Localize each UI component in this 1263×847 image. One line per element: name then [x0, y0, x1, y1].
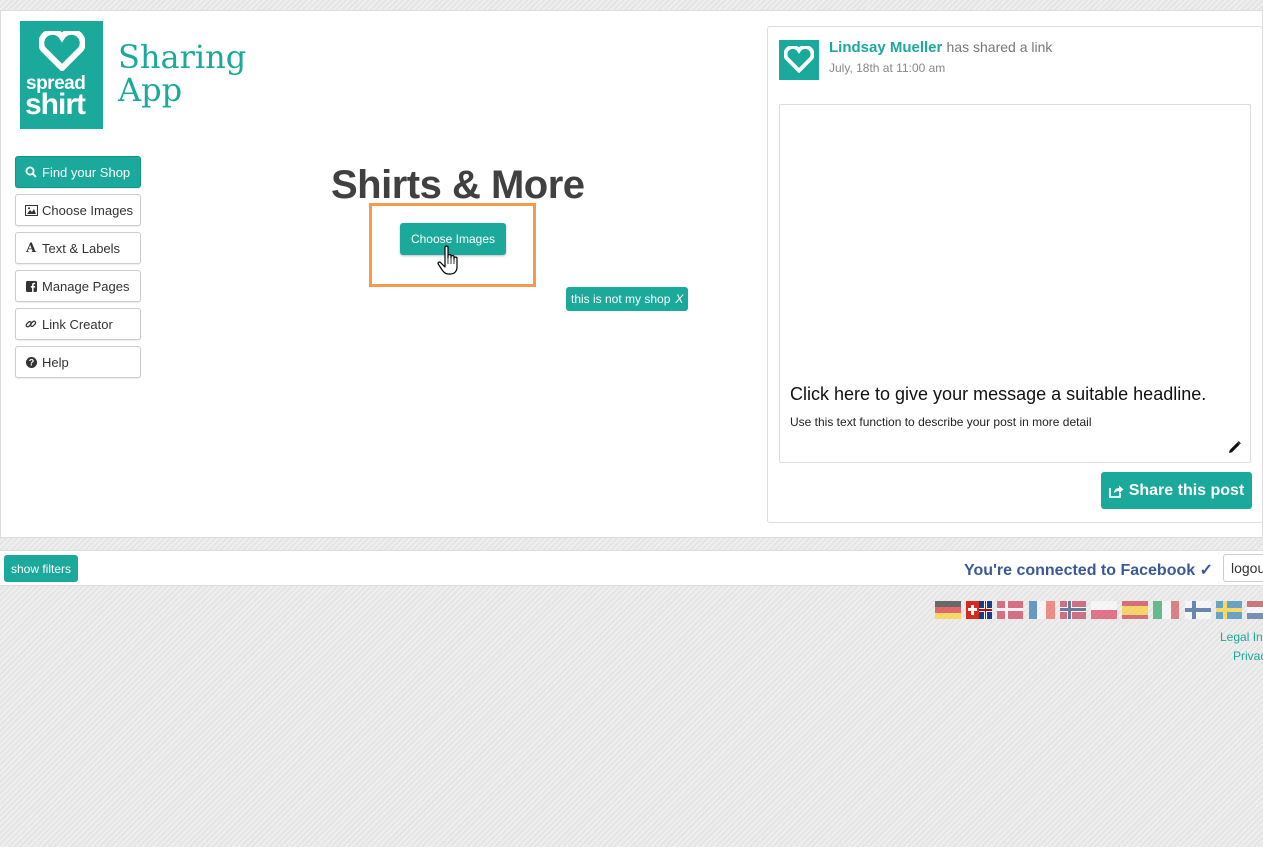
language-flags: [935, 601, 1263, 619]
show-filters-button[interactable]: show filters: [4, 555, 79, 582]
flag-ch-icon[interactable]: [966, 601, 993, 619]
facebook-status: You're connected to Facebook ✓: [964, 562, 1213, 579]
spreadshirt-logo: spread shirt: [20, 21, 103, 129]
app-title-line1: Sharing: [118, 38, 247, 76]
nav-link-creator-button[interactable]: Link Creator: [15, 308, 141, 340]
nav-help-button[interactable]: ? Help: [15, 346, 141, 378]
post-header: Lindsay Mueller has shared a link: [829, 39, 1052, 56]
share-post-button[interactable]: Share this post: [1101, 472, 1252, 509]
flag-nl-icon[interactable]: [1246, 601, 1263, 619]
post-description[interactable]: Use this text function to describe your …: [790, 415, 1091, 429]
status-bar: show filters You're connected to Faceboo…: [0, 550, 1263, 586]
nav-label: Choose Images: [42, 202, 134, 218]
search-icon: [24, 166, 38, 178]
heart-icon: [39, 31, 85, 71]
post-action-text: has shared a link: [946, 39, 1053, 55]
nav-label: Manage Pages: [42, 278, 130, 294]
post-preview: Lindsay Mueller has shared a link July, …: [767, 26, 1263, 523]
flag-fr-icon[interactable]: [1028, 601, 1055, 619]
shop-title: Shirts & More: [331, 163, 585, 207]
logout-button[interactable]: logout: [1223, 554, 1263, 582]
flag-dk-icon[interactable]: [997, 601, 1024, 619]
nav-find-shop-button[interactable]: Find your Shop: [15, 156, 141, 188]
flag-es-icon[interactable]: [1122, 601, 1149, 619]
svg-text:?: ?: [28, 357, 34, 367]
nav-label: Help: [42, 354, 69, 370]
flag-fi-icon[interactable]: [1184, 601, 1211, 619]
nav-manage-pages-button[interactable]: Manage Pages: [15, 270, 141, 302]
sidebar-nav: Find your Shop Choose Images A Text & La…: [15, 156, 141, 384]
share-icon: [1108, 485, 1124, 498]
app-title: Sharing App: [118, 41, 246, 107]
not-my-shop-label: this is not my shop: [571, 292, 671, 306]
close-icon: X: [675, 292, 684, 306]
font-icon: A: [25, 240, 37, 256]
question-icon: ?: [24, 356, 38, 368]
flag-no-icon[interactable]: [1059, 601, 1086, 619]
poster-name[interactable]: Lindsay Mueller: [829, 39, 942, 56]
post-date: July, 18th at 11:00 am: [829, 61, 946, 75]
link-icon: [24, 318, 38, 330]
share-post-label: Share this post: [1128, 481, 1245, 499]
legal-info-link[interactable]: Legal In: [1220, 630, 1263, 644]
pencil-icon[interactable]: [1228, 441, 1241, 454]
nav-label: Find your Shop: [42, 164, 131, 180]
image-icon: [24, 204, 38, 216]
privacy-link[interactable]: Privac: [1233, 649, 1263, 663]
nav-choose-images-button[interactable]: Choose Images: [15, 194, 141, 226]
heart-icon: [784, 46, 814, 73]
link-card[interactable]: Click here to give your message a suitab…: [779, 104, 1251, 463]
flag-it-icon[interactable]: [1153, 601, 1180, 619]
nav-label: Link Creator: [42, 316, 113, 332]
not-my-shop-button[interactable]: this is not my shop X: [566, 287, 689, 311]
post-headline[interactable]: Click here to give your message a suitab…: [790, 384, 1206, 405]
nav-text-labels-button[interactable]: A Text & Labels: [15, 232, 141, 264]
hand-cursor-icon: [437, 245, 458, 275]
facebook-icon: [24, 280, 38, 292]
flag-pl-icon[interactable]: [1090, 601, 1117, 619]
app-title-line2: App: [118, 71, 183, 109]
avatar: [779, 40, 819, 80]
logo-text-shirt: shirt: [25, 88, 86, 121]
flag-se-icon[interactable]: [1215, 601, 1242, 619]
flag-de-icon[interactable]: [935, 601, 961, 619]
nav-label: Text & Labels: [42, 240, 121, 256]
